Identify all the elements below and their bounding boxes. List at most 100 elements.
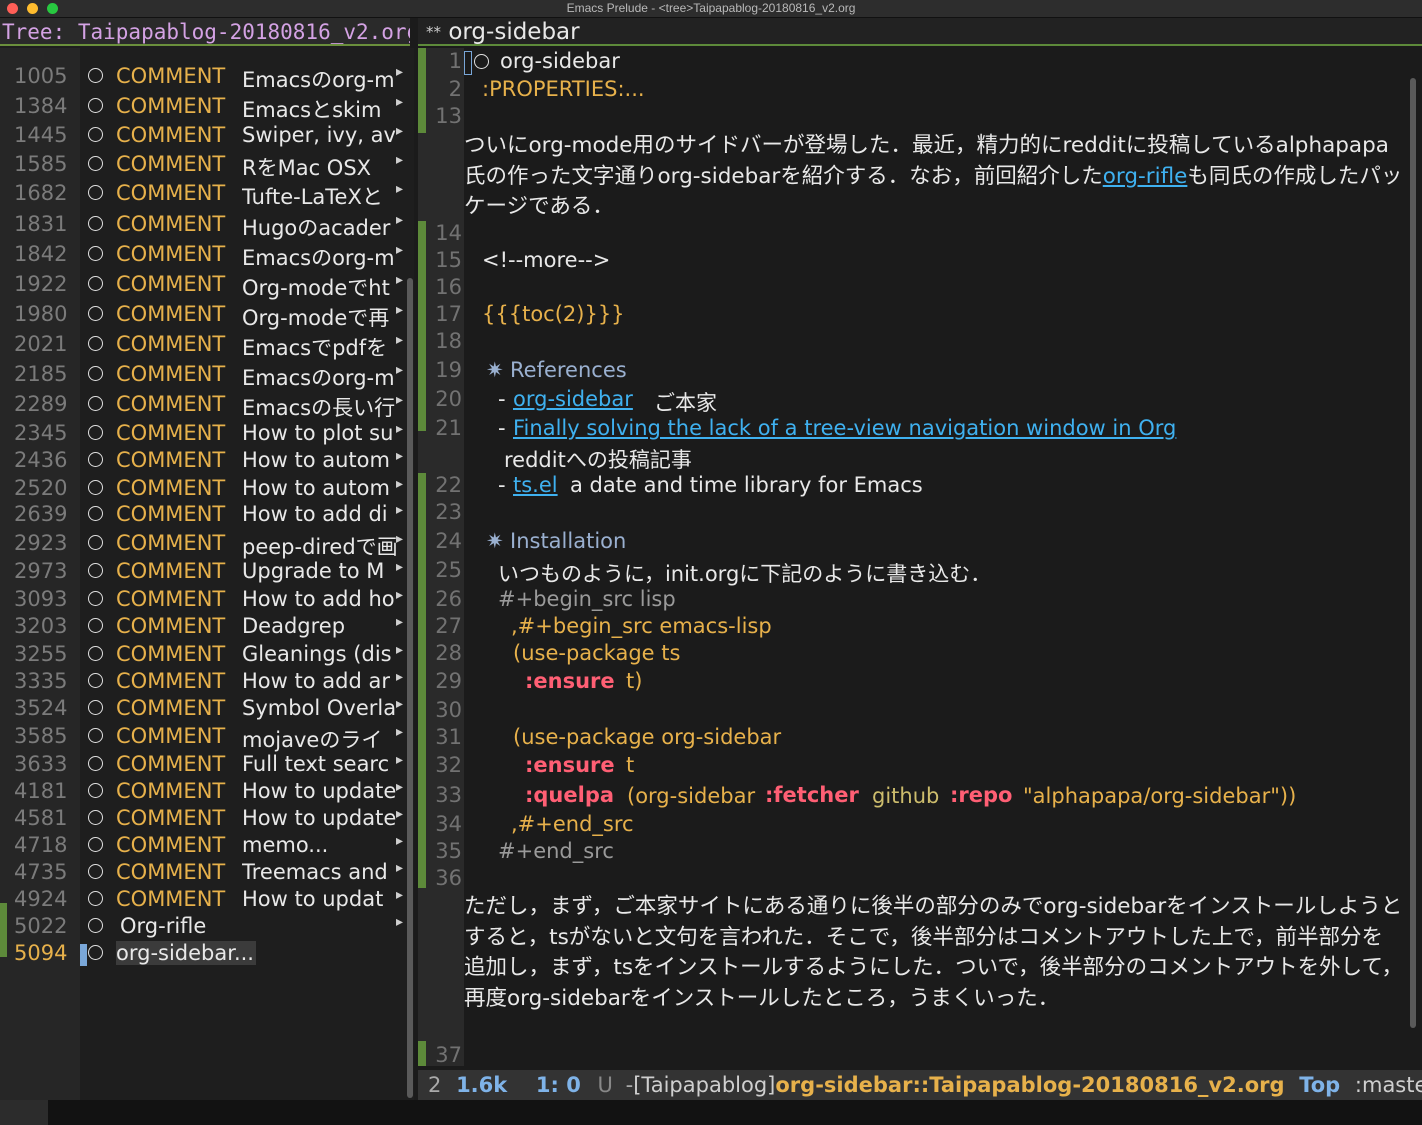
line-number: 3093 [14, 586, 68, 611]
truncation-arrow-icon: ▸ [396, 302, 404, 318]
heading-text: How to autom [242, 475, 390, 500]
editor-line-number: 17 [435, 302, 462, 326]
tree-row[interactable]: 4718 COMMENT memo... ▸ [0, 833, 410, 860]
tree-row[interactable]: 4735 COMMENT Treemacs and ▸ [0, 860, 410, 887]
line-number: 1922 [14, 272, 68, 296]
line-number: 3255 [14, 641, 68, 666]
todo-circle-icon [88, 890, 103, 906]
comment-keyword: COMMENT [116, 362, 226, 387]
tree-row[interactable]: 2973 COMMENT Upgrade to M ▸ [0, 559, 410, 586]
tree-row[interactable]: 2345 COMMENT How to plot su ▸ [0, 421, 410, 448]
reddit-post-link[interactable]: Finally solving the lack of a tree-view … [513, 416, 1176, 440]
todo-circle-icon [88, 836, 103, 852]
editor-scrollbar[interactable] [1408, 48, 1418, 1068]
title-bar: Emacs Prelude - <tree>Taipapablog-201808… [0, 0, 1422, 18]
tree-row[interactable]: 5094 org-sidebar... [0, 941, 410, 968]
comment-keyword: COMMENT [116, 64, 226, 88]
tree-row[interactable]: 3093 COMMENT How to add ho ▸ [0, 587, 410, 614]
org-sidebar-link[interactable]: org-sidebar [513, 387, 633, 411]
heading-text: memo... [242, 832, 329, 857]
editor-line-number: 16 [435, 275, 462, 299]
tree-row[interactable]: 1831 COMMENT Hugoのacader ▸ [0, 211, 410, 240]
truncation-arrow-icon: ▸ [396, 448, 404, 465]
comment-keyword: COMMENT [116, 751, 226, 776]
begin-src-elisp: ,#+begin_src emacs-lisp [511, 614, 772, 638]
gutter-marker [418, 221, 426, 431]
editor-line-number: 21 [435, 416, 462, 440]
editor-line-number: 1 [448, 49, 462, 73]
line-number: 4718 [14, 832, 68, 857]
todo-circle-icon [88, 396, 103, 411]
heading-text: mojaveのライ [242, 727, 383, 752]
tree-row[interactable]: 2021 COMMENT Emacsでpdfを ▸ [0, 332, 410, 360]
tree-row[interactable]: 1384 COMMENT Emacsとskim ▸ [0, 94, 410, 122]
git-branch[interactable]: :master [1355, 1073, 1422, 1097]
heading-text: Upgrade to M [242, 559, 385, 584]
gutter-marker [418, 473, 426, 888]
editor-line-number: 29 [435, 669, 462, 693]
editor-pane[interactable]: ** org-sidebar 1 2 13 14 15 16 17 18 19 20 21 22 23 2… [418, 18, 1422, 1100]
comment-keyword: COMMENT [116, 242, 226, 267]
editor-line-number: 34 [435, 812, 462, 836]
tree-row[interactable]: 1980 COMMENT Org-modeで再 ▸ [0, 302, 410, 330]
tree-row[interactable]: 1445 COMMENT Swiper, ivy, av ▸ [0, 123, 410, 150]
tree-row[interactable]: 3633 COMMENT Full text searc ▸ [0, 752, 410, 779]
tree-row[interactable]: 3203 COMMENT Deadgrep ▸ [0, 614, 410, 641]
tree-row[interactable]: 2289 COMMENT Emacsの長い行 ▸ [0, 392, 410, 420]
minibuffer[interactable] [48, 1100, 1422, 1125]
tree-row[interactable]: 4924 COMMENT How to updat ▸ [0, 887, 410, 914]
line-number: 1842 [14, 242, 68, 267]
tree-pane[interactable]: Tree: Taipapablog-20180816_v2.org 1005 CO… [0, 18, 414, 1100]
tree-row[interactable]: 1005 COMMENT Emacsのorg-m ▸ [0, 64, 410, 92]
comment-keyword: COMMENT [116, 420, 226, 445]
tree-row[interactable]: 2185 COMMENT Emacsのorg-m ▸ [0, 362, 410, 390]
line-number: 1980 [14, 302, 68, 326]
tree-row[interactable]: 1682 COMMENT Tufte-LaTeXと ▸ [0, 181, 410, 209]
tree-row[interactable]: 2923 COMMENT peep-diredで画 ▸ [0, 531, 410, 559]
todo-circle-icon [88, 563, 103, 579]
tree-row[interactable]: 2436 COMMENT How to autom ▸ [0, 448, 410, 475]
truncation-arrow-icon: ▸ [396, 559, 404, 576]
editor-line-number: 36 [435, 866, 462, 890]
tree-row[interactable]: 2520 COMMENT How to autom ▸ [0, 476, 410, 503]
tree-row[interactable]: 4581 COMMENT How to update ▸ [0, 806, 410, 833]
editor-line-number: 22 [435, 473, 462, 497]
tree-row[interactable]: 4181 COMMENT How to update ▸ [0, 779, 410, 806]
outro-paragraph: ただし，まず，ご本家サイトにある通りに後半の部分のみでorg-sidebarをイ… [464, 894, 1403, 1011]
tree-scrollbar[interactable] [406, 48, 414, 1100]
tree-row[interactable]: 2639 COMMENT How to add di ▸ [0, 502, 410, 529]
truncation-arrow-icon: ▸ [396, 859, 404, 876]
truncation-arrow-icon: ▸ [396, 668, 404, 685]
installation-heading[interactable]: Installation [510, 529, 626, 553]
line-number: 2639 [14, 502, 68, 527]
tree-row[interactable]: 1922 COMMENT Org-modeでht ▸ [0, 272, 410, 300]
editor-scroll-thumb[interactable] [1410, 78, 1416, 1028]
code-ensure-keyword: :ensure [525, 753, 615, 777]
tree-row[interactable]: 1585 COMMENT RをMac OSX ▸ [0, 152, 410, 180]
buffer-name[interactable]: org-sidebar::Taipapablog-20180816_v2.org [775, 1073, 1284, 1097]
references-heading[interactable]: References [510, 358, 627, 382]
heading-text: Org-modeでht [242, 276, 390, 300]
tree-row[interactable]: 3335 COMMENT How to add ar ▸ [0, 669, 410, 696]
tree-scroll-thumb[interactable] [407, 278, 413, 1098]
tree-row[interactable]: 5022 Org-rifle ▸ [0, 914, 410, 941]
window-title: Emacs Prelude - <tree>Taipapablog-201808… [566, 1, 856, 15]
ts-el-link[interactable]: ts.el [513, 473, 558, 497]
comment-keyword: COMMENT [116, 886, 226, 911]
tree-row[interactable]: 1842 COMMENT Emacsのorg-m ▸ [0, 242, 410, 270]
editor-line-number: 15 [435, 248, 462, 272]
ref3-description: a date and time library for Emacs [570, 473, 923, 497]
tree-row[interactable]: 3524 COMMENT Symbol Overla ▸ [0, 696, 410, 723]
heading-text: How to add di [242, 502, 388, 527]
tree-row[interactable]: 3255 COMMENT Gleanings (dis ▸ [0, 642, 410, 669]
editor-line-number: 19 [435, 358, 462, 382]
code-repo-string: "alphapapa/org-sidebar")) [1023, 784, 1297, 808]
editor-line-number: 23 [435, 500, 462, 524]
line-number: 1831 [14, 211, 68, 236]
properties-drawer[interactable]: :PROPERTIES:... [482, 77, 645, 101]
todo-circle-icon [474, 54, 489, 69]
comment-keyword: COMMENT [116, 559, 226, 584]
org-rifle-link[interactable]: org-rifle [1103, 164, 1188, 189]
tree-header: Tree: Taipapablog-20180816_v2.org [0, 18, 410, 46]
tree-row[interactable]: 3585 COMMENT mojaveのライ ▸ [0, 724, 410, 752]
